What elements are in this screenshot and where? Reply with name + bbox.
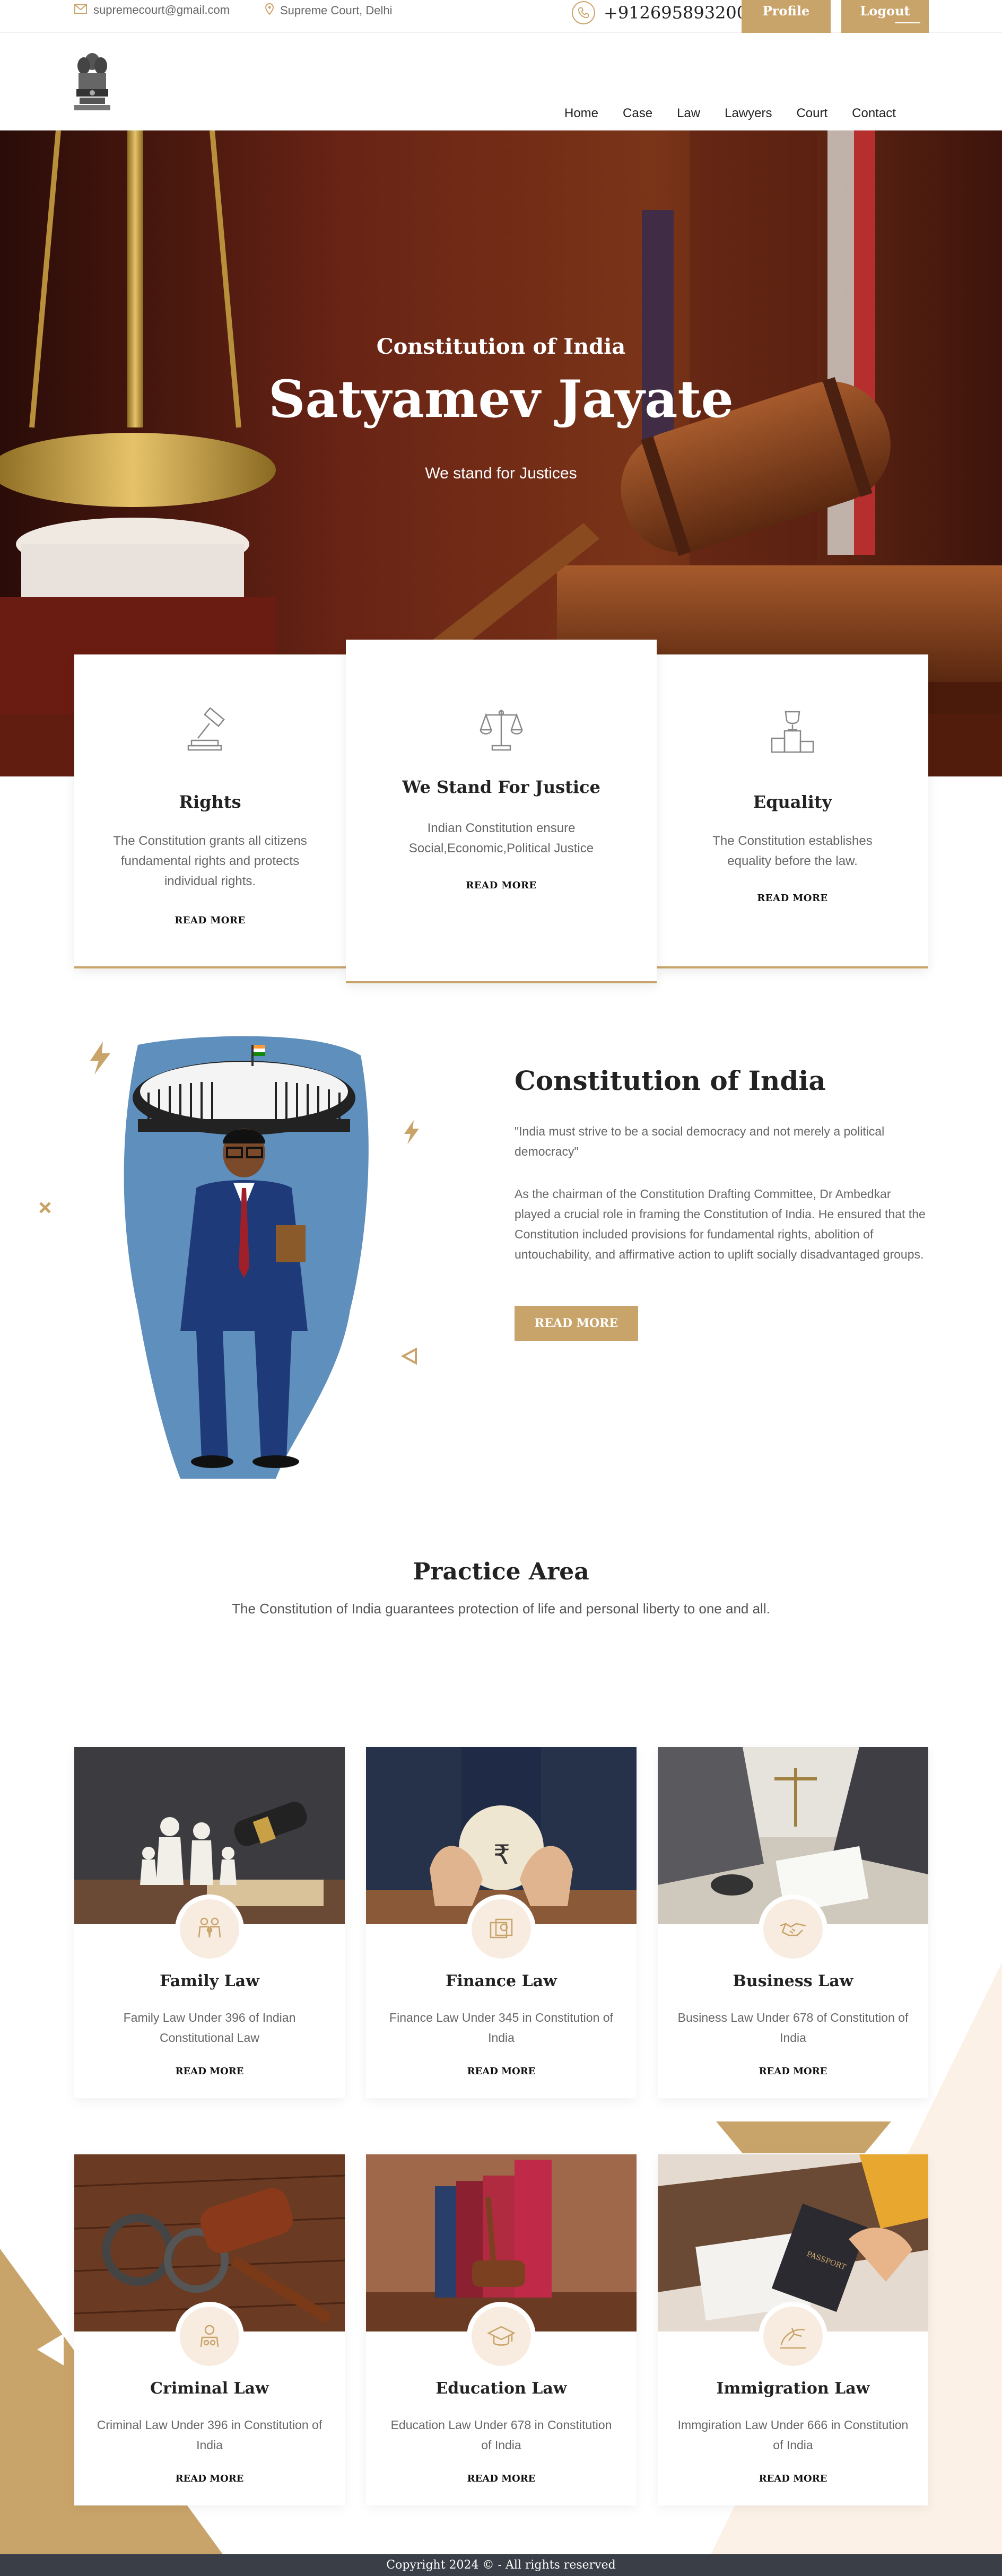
feature-text: The Constitution establishes equality be… — [712, 834, 873, 868]
practice-card-text: Criminal Law Under 396 in Constitution o… — [97, 2418, 323, 2452]
phone-contact[interactable]: +912695893200 — [572, 0, 747, 25]
practice-card-family-law[interactable]: Family Law Family Law Under 396 of India… — [74, 1747, 345, 2098]
location-text: Supreme Court, Delhi — [280, 4, 393, 17]
logout-button[interactable]: Logout — [841, 0, 929, 33]
practice-card-title: Finance Law — [446, 1972, 557, 1990]
feature-title: Equality — [753, 792, 832, 812]
read-more-link[interactable]: READ MORE — [366, 2473, 637, 2505]
about-quote: "India must strive to be a social democr… — [515, 1124, 885, 1158]
phone-icon — [572, 1, 595, 24]
practice-card-title: Immigration Law — [716, 2379, 870, 2398]
practice-title: Practice Area — [413, 1558, 589, 1585]
feature-card-justice: We Stand For Justice Indian Constitution… — [346, 640, 657, 983]
nav-home[interactable]: Home — [564, 106, 598, 121]
practice-card-title: Education Law — [435, 2379, 567, 2398]
svg-text:₹: ₹ — [493, 1839, 510, 1870]
email-contact[interactable]: supremecourt@gmail.com — [74, 3, 230, 17]
read-more-link[interactable]: READ MORE — [74, 2066, 345, 2098]
read-more-link[interactable]: READ MORE — [74, 915, 346, 926]
criminal-icon — [200, 2325, 219, 2347]
top-bar: supremecourt@gmail.com Supreme Court, De… — [0, 0, 1002, 33]
triangle-decoration-icon — [401, 1347, 417, 1365]
practice-card-finance-law[interactable]: ₹ Finance Law Finance Law Under 345 in C… — [366, 1747, 637, 2098]
feature-card-rights: Rights The Constitution grants all citiz… — [74, 654, 346, 968]
read-more-link[interactable]: READ MORE — [74, 2473, 345, 2505]
lightning-decoration-icon — [404, 1120, 419, 1145]
nav-contact[interactable]: Contact — [852, 106, 896, 121]
gavel-icon — [187, 707, 225, 751]
profile-button[interactable]: Profile — [742, 0, 831, 33]
about-read-more-button[interactable]: READ MORE — [515, 1306, 638, 1341]
badge — [175, 2302, 244, 2371]
hero-tagline: We stand for Justices — [425, 465, 577, 482]
location-contact: Supreme Court, Delhi — [265, 3, 393, 18]
practice-card-text: Family Law Under 396 of Indian Constitut… — [123, 2011, 296, 2045]
read-more-link[interactable]: READ MORE — [657, 893, 928, 904]
feature-title: Rights — [179, 792, 241, 812]
read-more-link[interactable]: READ MORE — [658, 2066, 928, 2098]
nav-court[interactable]: Court — [796, 106, 827, 121]
handshake-icon — [780, 1923, 806, 1936]
national-emblem-logo[interactable] — [72, 50, 112, 112]
feature-title: We Stand For Justice — [402, 777, 600, 797]
practice-card-title: Family Law — [160, 1972, 259, 1990]
nav-lawyers[interactable]: Lawyers — [725, 106, 772, 121]
practice-card-business-law[interactable]: Business Law Business Law Under 678 of C… — [658, 1747, 928, 2098]
practice-card-education-law[interactable]: Education Law Education Law Under 678 in… — [366, 2154, 637, 2505]
practice-card-criminal-law[interactable]: Criminal Law Criminal Law Under 396 in C… — [74, 2154, 345, 2505]
phone-number: +912695893200 — [604, 3, 748, 23]
map-pin-icon — [265, 3, 274, 18]
read-more-link[interactable]: READ MORE — [346, 880, 657, 891]
main-navbar: Home Case Law Lawyers Court Contact — [0, 33, 1002, 130]
money-icon — [490, 1918, 513, 1938]
nav-law[interactable]: Law — [677, 106, 700, 121]
feature-text: Indian Constitution ensure Social,Econom… — [408, 821, 594, 855]
footer: Copyright 2024 © - All rights reserved — [0, 2554, 1002, 2576]
family-icon — [198, 1917, 221, 1938]
feature-card-equality: Equality The Constitution establishes eq… — [657, 654, 928, 968]
practice-subtitle: The Constitution of India guarantees pro… — [232, 1601, 770, 1617]
badge — [759, 1894, 827, 1963]
envelope-icon — [74, 3, 87, 17]
practice-card-text: Immgiration Law Under 666 in Constitutio… — [677, 2418, 909, 2452]
copyright-text: Copyright 2024 © - All rights reserved — [386, 2558, 616, 2572]
feature-text: The Constitution grants all citizens fun… — [113, 834, 307, 888]
email-text: supremecourt@gmail.com — [93, 3, 230, 16]
practice-card-title: Business Law — [733, 1972, 853, 1990]
practice-card-text: Education Law Under 678 in Constitution … — [390, 2418, 612, 2452]
about-title: Constitution of India — [515, 1065, 826, 1096]
practice-card-text: Finance Law Under 345 in Constitution of… — [389, 2011, 613, 2045]
nav-links: Home Case Law Lawyers Court Contact — [564, 106, 920, 121]
practice-card-title: Criminal Law — [150, 2379, 269, 2398]
about-description: As the chairman of the Constitution Draf… — [515, 1187, 926, 1261]
badge — [467, 2302, 536, 2371]
badge — [175, 1894, 244, 1963]
lightning-decoration-icon — [90, 1042, 110, 1075]
graduation-cap-icon — [487, 2326, 516, 2346]
badge — [467, 1894, 536, 1963]
practice-card-text: Business Law Under 678 of Constitution o… — [677, 2011, 909, 2045]
podium-icon — [771, 711, 814, 753]
nav-case[interactable]: Case — [623, 106, 652, 121]
ambedkar-portrait-image — [124, 1036, 369, 1479]
read-more-link[interactable]: READ MORE — [366, 2066, 637, 2098]
cross-decoration-icon — [39, 1202, 51, 1213]
badge — [759, 2302, 827, 2371]
scales-icon — [480, 710, 523, 751]
plane-icon — [780, 2327, 806, 2349]
hero-subtitle: Constitution of India — [376, 334, 626, 359]
practice-card-immigration-law[interactable]: PASSPORT Immigration Law Immgiration Law… — [658, 2154, 928, 2505]
read-more-link[interactable]: READ MORE — [658, 2473, 928, 2505]
hero-title: Satyamev Jayate — [268, 369, 734, 429]
